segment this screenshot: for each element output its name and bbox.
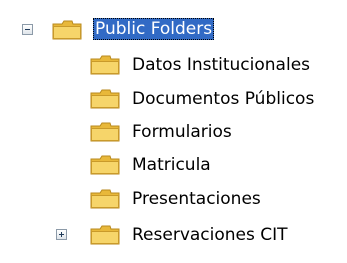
folder-icon [90, 189, 120, 209]
tree-node-label[interactable]: Datos Institucionales [130, 54, 312, 76]
folder-tree: Public Folders Datos Institucionales Doc… [0, 0, 347, 263]
folder-icon [90, 122, 120, 142]
tree-node-datos-institucionales[interactable]: Datos Institucionales [0, 52, 347, 80]
expand-toggle-icon[interactable] [56, 229, 67, 240]
folder-icon [90, 155, 120, 175]
tree-node-label[interactable]: Reservaciones CIT [130, 224, 290, 246]
folder-icon [90, 55, 120, 75]
collapse-toggle-icon[interactable] [22, 24, 33, 35]
tree-node-presentaciones[interactable]: Presentaciones [0, 186, 347, 214]
tree-node-label[interactable]: Matricula [130, 154, 213, 176]
tree-node-label[interactable]: Presentaciones [130, 188, 263, 210]
tree-node-documentos-publicos[interactable]: Documentos Públicos [0, 86, 347, 114]
folder-icon [90, 89, 120, 109]
tree-node-public-folders[interactable]: Public Folders [0, 15, 347, 43]
tree-node-label[interactable]: Documentos Públicos [130, 88, 316, 110]
tree-node-reservaciones-cit[interactable]: Reservaciones CIT [0, 222, 347, 250]
tree-node-formularios[interactable]: Formularios [0, 119, 347, 147]
tree-node-matricula[interactable]: Matricula [0, 152, 347, 180]
tree-node-label[interactable]: Formularios [130, 121, 234, 143]
tree-node-label[interactable]: Public Folders [93, 18, 215, 40]
folder-icon [52, 20, 82, 40]
folder-icon [90, 225, 120, 245]
